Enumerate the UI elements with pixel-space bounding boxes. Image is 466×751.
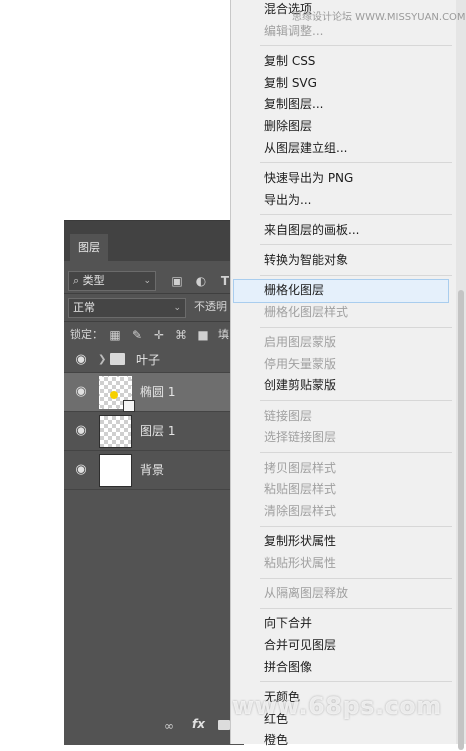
menu-item[interactable]: 复制形状属性 bbox=[264, 530, 336, 552]
chevron-down-icon: ⌄ bbox=[173, 303, 181, 313]
menu-separator bbox=[260, 681, 452, 682]
menu-separator bbox=[260, 162, 452, 163]
menu-item[interactable]: 从图层建立组... bbox=[264, 137, 347, 159]
fx-icon[interactable]: fx bbox=[192, 717, 205, 731]
layer-name: 图层 1 bbox=[140, 424, 176, 438]
chevron-down-icon: ⌄ bbox=[143, 276, 151, 286]
lock-artboard-icon[interactable]: ⌘ bbox=[174, 326, 188, 344]
menu-item[interactable]: 复制 CSS bbox=[264, 50, 315, 72]
lock-image-pixels-icon[interactable]: ✎ bbox=[130, 326, 144, 344]
vector-shape-badge-icon bbox=[123, 400, 135, 412]
menu-separator bbox=[260, 45, 452, 46]
menu-separator bbox=[260, 214, 452, 215]
layer-name: 背景 bbox=[140, 463, 165, 477]
fill-label: 填 bbox=[218, 328, 229, 341]
eye-icon[interactable]: ◉ bbox=[72, 348, 90, 372]
blend-mode-value: 正常 bbox=[73, 301, 95, 314]
menu-item[interactable]: 向下合并 bbox=[264, 612, 312, 634]
menu-item: 停用矢量蒙版 bbox=[264, 357, 337, 371]
watermark-top: 思缘设计论坛 WWW.MISSYUAN.COM bbox=[292, 12, 466, 23]
layer-thumbnail bbox=[99, 376, 135, 412]
lock-transparent-pixels-icon[interactable]: ▦ bbox=[108, 326, 122, 344]
menu-scrollbar[interactable] bbox=[456, 0, 466, 750]
menu-item[interactable]: 拼合图像 bbox=[264, 656, 312, 678]
menu-item[interactable]: 快速导出为 PNG bbox=[264, 167, 353, 189]
menu-item[interactable]: 橙色 bbox=[264, 729, 288, 751]
blend-row: 正常 ⌄ 不透明 bbox=[64, 297, 244, 321]
menu-separator bbox=[260, 452, 452, 453]
menu-item[interactable]: 复制图层... bbox=[264, 93, 323, 115]
layer-thumbnail bbox=[99, 454, 132, 487]
link-icon[interactable]: ∞ bbox=[164, 719, 174, 733]
menu-separator bbox=[260, 526, 452, 527]
filter-type-dropdown[interactable]: ⌕ 类型 ⌄ bbox=[68, 271, 156, 291]
mask-icon[interactable] bbox=[218, 720, 230, 730]
menu-item[interactable]: 创建剪贴蒙版 bbox=[264, 374, 336, 396]
divider bbox=[64, 293, 244, 294]
group-name: 叶子 bbox=[136, 353, 161, 367]
search-icon: ⌕ bbox=[73, 274, 80, 287]
eye-icon[interactable]: ◉ bbox=[72, 412, 90, 450]
layer-row-background[interactable]: ◉ 背景 bbox=[64, 451, 244, 490]
menu-item: 粘贴图层样式 bbox=[264, 482, 337, 496]
image-filter-icon[interactable]: ▣ bbox=[170, 272, 184, 290]
layer-group-row[interactable]: ◉ ❯ 叶子 bbox=[64, 348, 244, 373]
lock-all-icon[interactable]: ■ bbox=[196, 326, 210, 344]
menu-separator bbox=[260, 578, 452, 579]
menu-item: 栅格化图层样式 bbox=[264, 305, 349, 319]
chevron-right-icon[interactable]: ❯ bbox=[98, 348, 106, 372]
lock-row: 锁定： ▦ ✎ ✛ ⌘ ■ 填 bbox=[64, 324, 244, 348]
menu-item[interactable]: 栅格化图层 bbox=[264, 279, 324, 301]
menu-separator bbox=[260, 327, 452, 328]
menu-separator bbox=[260, 400, 452, 401]
menu-separator bbox=[260, 244, 452, 245]
blend-mode-dropdown[interactable]: 正常 ⌄ bbox=[68, 298, 186, 318]
lock-position-icon[interactable]: ✛ bbox=[152, 326, 166, 344]
menu-item[interactable]: 删除图层 bbox=[264, 115, 312, 137]
layer-thumbnail bbox=[99, 415, 132, 448]
menu-item: 从隔离图层释放 bbox=[264, 586, 349, 600]
layer-name: 椭圆 1 bbox=[140, 385, 176, 399]
menu-item[interactable]: 来自图层的画板... bbox=[264, 219, 359, 241]
lock-label: 锁定： bbox=[70, 328, 103, 341]
menu-item: 选择链接图层 bbox=[264, 430, 337, 444]
eye-icon[interactable]: ◉ bbox=[72, 451, 90, 489]
menu-item[interactable]: 导出为... bbox=[264, 189, 311, 211]
menu-item: 启用图层蒙版 bbox=[264, 335, 337, 349]
layer-row-layer1[interactable]: ◉ 图层 1 bbox=[64, 412, 244, 451]
filter-row: ⌕ 类型 ⌄ ▣ ◐ T bbox=[64, 269, 244, 293]
panel-tab-bar: 图层 bbox=[64, 221, 244, 261]
ellipse-shape-icon bbox=[110, 391, 118, 399]
tab-layers[interactable]: 图层 bbox=[70, 234, 108, 261]
menu-item: 链接图层 bbox=[264, 409, 313, 423]
opacity-label: 不透明 bbox=[194, 300, 227, 313]
menu-item: 拷贝图层样式 bbox=[264, 461, 337, 475]
menu-scrollbar-thumb[interactable] bbox=[458, 290, 464, 750]
adjustment-filter-icon[interactable]: ◐ bbox=[194, 272, 208, 290]
divider bbox=[64, 321, 244, 322]
watermark-bottom: www.68ps.com bbox=[232, 692, 442, 720]
layer-row-ellipse[interactable]: ◉ 椭圆 1 bbox=[64, 373, 244, 412]
menu-item: 编辑调整... bbox=[264, 24, 324, 38]
layers-panel: 图层 ⌕ 类型 ⌄ ▣ ◐ T 正常 ⌄ 不透明 锁定： ▦ ✎ ✛ ⌘ ■ 填… bbox=[64, 220, 244, 745]
eye-icon[interactable]: ◉ bbox=[72, 373, 90, 411]
menu-item: 粘贴形状属性 bbox=[264, 556, 337, 570]
layers-bottom-bar: ∞ fx bbox=[64, 711, 244, 745]
menu-separator bbox=[260, 608, 452, 609]
folder-icon bbox=[110, 353, 125, 365]
menu-item[interactable]: 转换为智能对象 bbox=[264, 249, 348, 271]
menu-item[interactable]: 复制 SVG bbox=[264, 72, 317, 94]
menu-item[interactable]: 合并可见图层 bbox=[264, 634, 336, 656]
filter-type-label: 类型 bbox=[82, 274, 105, 287]
menu-item: 清除图层样式 bbox=[264, 504, 337, 518]
menu-separator bbox=[260, 275, 452, 276]
